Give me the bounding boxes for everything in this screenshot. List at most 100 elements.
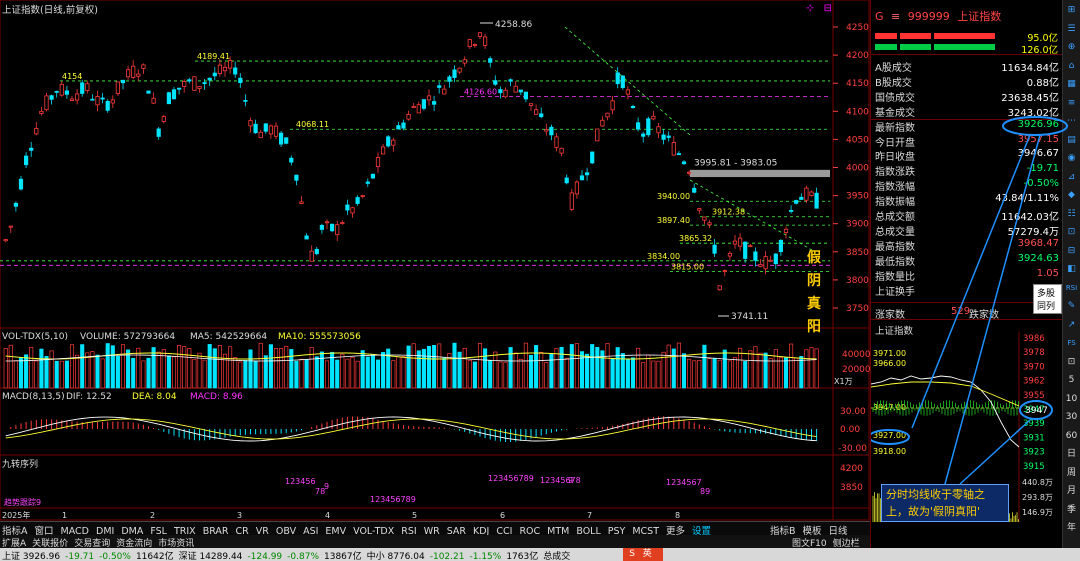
sidebar-icon-10[interactable]: ◆ [1064,188,1079,203]
candle-body [192,76,197,91]
sidebar-icon-0[interactable]: ⊞ [1064,3,1079,18]
chart-window-controls[interactable]: ⊹ ⊟ [806,3,832,15]
sidebar-icon-3[interactable]: ⌂ [1064,59,1079,74]
sidebar-icon-25[interactable]: 周 [1064,466,1079,481]
volume-bar [727,360,732,389]
sidebar-icon-24[interactable]: 日 [1064,447,1079,462]
sidebar-icon-13[interactable]: ⊟ [1064,244,1079,259]
nine-label: 九转序列 [2,458,38,470]
candle-body [610,100,615,111]
candle-body [187,79,192,82]
sidebar-icon-17[interactable]: ↗ [1064,318,1079,333]
sidebar-icon-26[interactable]: 月 [1064,484,1079,499]
volume-bar [222,353,228,389]
volume-bar [732,357,738,389]
candle-body [783,228,789,233]
intraday-price-tick: 3978 [1023,348,1045,358]
volume-bar [161,349,166,389]
sidebar-icon-7[interactable]: ▤ [1064,133,1079,148]
candle-body [732,240,738,245]
sidebar-icon-6[interactable]: ⋯ [1064,114,1079,129]
intraday-price-tick: 3915 [1023,462,1045,472]
volume-bar [370,354,375,389]
price-tick-label: 4150 [846,79,869,89]
candle-body [656,126,661,134]
nine-seq: 9 [324,482,329,491]
sidebar-icon-8[interactable]: ◉ [1064,151,1079,166]
candle-body [681,161,687,165]
sidebar-icon-9[interactable]: ⊿ [1064,170,1079,185]
price-tick-label: 3950 [846,192,869,202]
candle-body [503,89,508,98]
volume-bar [212,348,217,389]
candle-body [324,221,330,224]
menu-icon[interactable]: ≡ [891,10,900,23]
volume-bar [432,344,437,389]
candle-body [289,157,294,163]
candle-body [727,252,733,257]
sidebar-icon-11[interactable]: ☷ [1064,207,1079,222]
chart-area[interactable]: 4250 4200 4150 4100 4050 4000 3950 3900 3850 3800… [0,0,871,548]
stock-code: 999999 [907,10,950,23]
kline-chart-svg[interactable]: 4250 4200 4150 4100 4050 4000 3950 3900 3850 3800… [0,0,871,521]
right-toolbar: ⊞ ☰ ⊕ ⌂ ▦ ≡ ⋯ ▤ ◉ ⊿ ◆ ☷ ⊡ ⊟ ◧ RSI ✎ ↗ FS ⊡ 5 10 30 60 日周月季年 [1062,0,1080,548]
candle-body [304,235,309,240]
quote-value: 43.84/1.11% [995,193,1059,205]
candle-body [692,187,697,193]
volume-bar [442,357,447,389]
candle-body [636,122,641,130]
candle-body [161,116,166,122]
volume-bar [18,357,24,389]
candle-body [799,196,804,200]
intraday-left-label: 3971.00 [873,349,906,358]
sidebar-icon-19[interactable]: ⊡ [1064,355,1079,370]
volume-bar [80,344,85,389]
volume-bar [411,343,416,389]
ime-indicator[interactable]: S 英 [623,548,663,561]
sidebar-icon-16[interactable]: ✎ [1064,299,1079,314]
sidebar-icon-15[interactable]: RSI [1064,281,1079,296]
intraday-price-tick: 3931 [1023,433,1045,443]
quote-row: 指数涨跌 -19.71 [875,163,1059,178]
candle-body [49,95,54,100]
intraday-left-label: 3918.00 [873,447,906,456]
intraday-vol-tick: 146.9万 [1022,508,1053,517]
vertical-annotation-char: 真 [807,295,821,312]
sidebar-icon-12[interactable]: ⊡ [1064,225,1079,240]
volume-bar [324,360,330,389]
restore-icon[interactable]: ⊹ [806,3,814,14]
status-item: -124.99 [247,552,283,561]
sidebar-icon-27[interactable]: 季 [1064,503,1079,518]
volume-bar [309,347,314,389]
sidebar-icon-22[interactable]: 30 [1064,410,1079,425]
sidebar-icon-23[interactable]: 60 [1064,429,1079,444]
sidebar-icon-1[interactable]: ☰ [1064,22,1079,37]
sidebar-icon-2[interactable]: ⊕ [1064,40,1079,55]
quote-row: 指数涨幅 -0.50% [875,178,1059,193]
nine-seq: 89 [700,487,710,496]
volume-bar [299,358,304,389]
nine-seq: 9 [568,476,573,485]
volume-bar [258,342,263,389]
candle-body [661,134,666,140]
candle-body [437,85,442,88]
candle-body [375,157,381,168]
sidebar-icon-21[interactable]: 10 [1064,392,1079,407]
candle-body [238,77,243,84]
volume-bar [120,344,126,389]
quote-key: 基金成交 [875,107,915,119]
candle-body [426,95,432,101]
quote-value: 3243.02亿 [1007,107,1059,119]
sidebar-icon-18[interactable]: FS [1064,336,1079,351]
sidebar-icon-14[interactable]: ◧ [1064,262,1079,277]
level-label: 3834.00 [647,252,680,261]
maximize-icon[interactable]: ⊟ [824,3,832,14]
sidebar-icon-28[interactable]: 年 [1064,521,1079,536]
price-tick-label: 4000 [846,164,869,174]
sidebar-icon-20[interactable]: 5 [1064,373,1079,388]
volume-bar [8,344,13,389]
vol-label: VOL-TDX(5,10) [2,332,68,342]
sidebar-icon-5[interactable]: ≡ [1064,96,1079,111]
analysis-callout: 分时均线收于零轴之上，故为'假阴真阳' [881,484,1009,522]
sidebar-icon-4[interactable]: ▦ [1064,77,1079,92]
